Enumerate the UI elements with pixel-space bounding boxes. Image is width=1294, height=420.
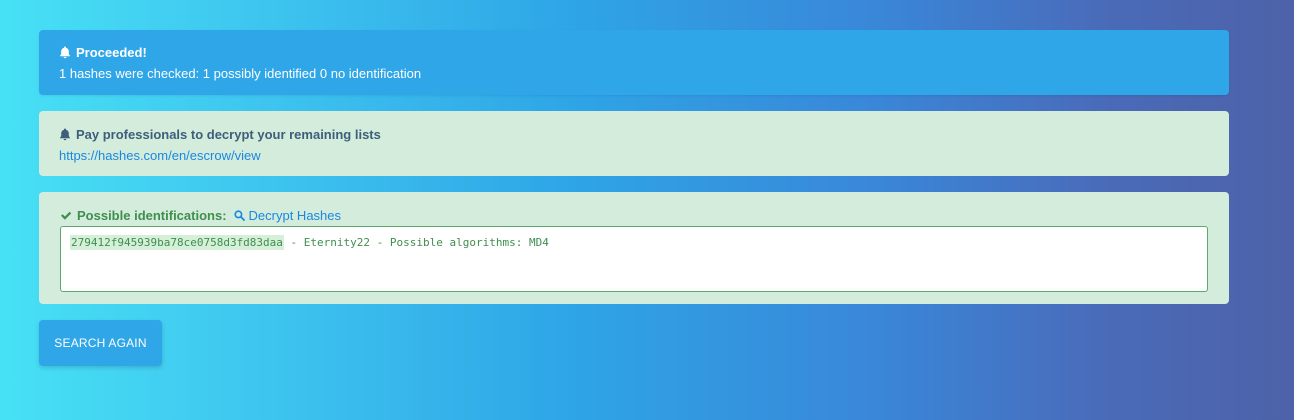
proceeded-title: Proceeded!	[76, 45, 147, 60]
result-textarea[interactable]: 279412f945939ba78ce0758d3fd83daa - Etern…	[60, 226, 1208, 292]
proceeded-alert: Proceeded! 1 hashes were checked: 1 poss…	[39, 30, 1229, 95]
results-panel: Proceeded! 1 hashes were checked: 1 poss…	[39, 30, 1229, 304]
escrow-alert: Pay professionals to decrypt your remain…	[39, 111, 1229, 176]
proceeded-message: 1 hashes were checked: 1 possibly identi…	[59, 66, 422, 81]
bell-icon	[60, 46, 70, 59]
decrypt-hashes-link[interactable]: Decrypt Hashes	[233, 207, 342, 224]
escrow-title: Pay professionals to decrypt your remain…	[76, 127, 381, 142]
search-icon	[233, 210, 245, 221]
proceeded-title-row: Proceeded!	[59, 44, 1209, 61]
identifications-title-row: Possible identifications: Decrypt Hashes	[60, 207, 1208, 224]
bell-icon	[60, 128, 70, 141]
escrow-link-row: https://hashes.com/en/escrow/view	[59, 147, 1209, 164]
decrypt-hashes-label: Decrypt Hashes	[248, 208, 342, 223]
result-details: - Eternity22 - Possible algorithms: MD4	[283, 236, 549, 249]
identifications-title: Possible identifications:	[77, 208, 227, 223]
identifications-alert: Possible identifications: Decrypt Hashes…	[39, 192, 1229, 304]
check-icon	[61, 211, 72, 220]
escrow-title-row: Pay professionals to decrypt your remain…	[59, 126, 1209, 143]
hash-value: 279412f945939ba78ce0758d3fd83daa	[70, 235, 284, 250]
escrow-link[interactable]: https://hashes.com/en/escrow/view	[59, 148, 261, 163]
search-again-button[interactable]: SEARCH AGAIN	[39, 320, 162, 366]
